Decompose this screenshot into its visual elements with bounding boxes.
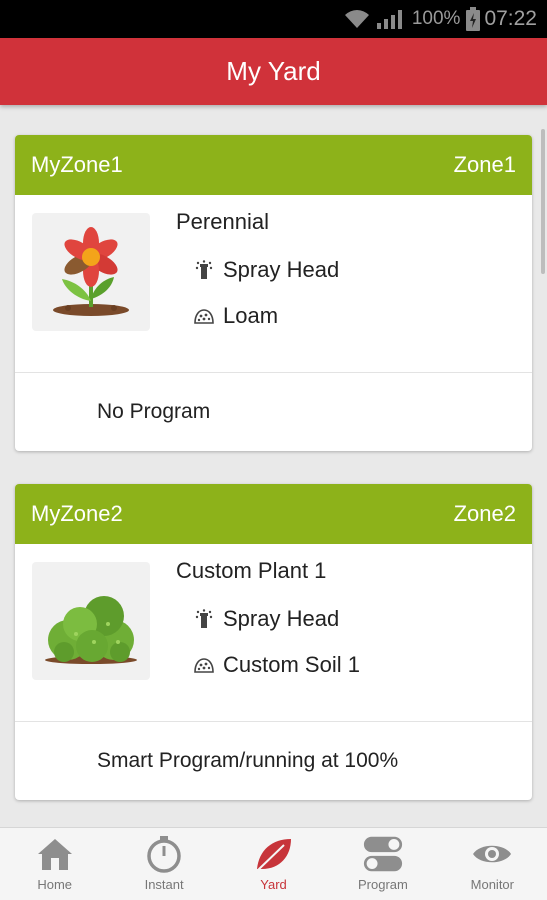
zone-details: Custom Plant 1 Spray Head Custom Soil 1 xyxy=(15,544,532,722)
status-time: 07:22 xyxy=(484,7,537,30)
zone-program[interactable]: Smart Program/running at 100% xyxy=(15,722,532,800)
sprinkler-type: Spray Head xyxy=(223,606,340,631)
leaf-icon xyxy=(254,834,294,874)
nav-home[interactable]: Home xyxy=(0,828,109,900)
zone-name: MyZone1 xyxy=(31,152,123,177)
zone-header: MyZone2 Zone2 xyxy=(15,484,532,544)
sprinkler-icon xyxy=(193,259,215,281)
soil-row: Loam xyxy=(193,303,278,329)
zone-program[interactable]: No Program xyxy=(15,373,532,451)
home-icon xyxy=(35,834,75,874)
shrub-icon xyxy=(45,596,137,664)
page-title: My Yard xyxy=(226,56,321,86)
nav-label: Yard xyxy=(260,877,287,892)
soil-row: Custom Soil 1 xyxy=(193,652,360,678)
wifi-icon xyxy=(344,9,370,29)
plant-type: Perennial xyxy=(176,209,269,234)
nav-label: Program xyxy=(357,877,408,892)
sprinkler-icon xyxy=(193,608,215,630)
battery-icon xyxy=(466,7,481,31)
plant-thumbnail xyxy=(32,213,150,331)
nav-label: Instant xyxy=(144,877,184,892)
plant-type: Custom Plant 1 xyxy=(176,558,327,583)
zone-name: MyZone2 xyxy=(31,501,123,526)
zone-id: Zone2 xyxy=(453,501,516,526)
zone-card[interactable]: MyZone1 Zone1 Perennial Spray Head Loam … xyxy=(15,135,532,451)
status-bar: 100% 07:22 xyxy=(0,0,547,38)
zone-card[interactable]: MyZone2 Zone2 Custom Plant 1 Spray Head … xyxy=(15,484,532,800)
nav-instant[interactable]: Instant xyxy=(109,828,218,900)
program-status: No Program xyxy=(97,400,211,423)
soil-type: Loam xyxy=(223,303,279,328)
stopwatch-icon xyxy=(144,834,184,874)
soil-icon xyxy=(193,305,215,327)
app-bar: My Yard xyxy=(0,38,547,105)
nav-yard[interactable]: Yard xyxy=(219,828,328,900)
sprinkler-row: Spray Head xyxy=(193,606,339,632)
nav-monitor[interactable]: Monitor xyxy=(438,828,547,900)
zone-header: MyZone1 Zone1 xyxy=(15,135,532,195)
scrollbar[interactable] xyxy=(541,129,545,274)
zone-details: Perennial Spray Head Loam xyxy=(15,195,532,373)
battery-percent: 100% xyxy=(411,8,461,29)
soil-icon xyxy=(193,654,215,676)
bottom-nav: Home Instant Yard Program Monitor xyxy=(0,827,547,900)
eye-icon xyxy=(472,834,512,874)
toggle-icon xyxy=(363,834,403,874)
zone-list[interactable]: MyZone1 Zone1 Perennial Spray Head Loam … xyxy=(0,105,547,827)
sprinkler-type: Spray Head xyxy=(223,257,340,282)
nav-program[interactable]: Program xyxy=(328,828,437,900)
zone-id: Zone1 xyxy=(453,152,516,177)
nav-label: Home xyxy=(37,877,73,892)
program-status: Smart Program/running at 100% xyxy=(97,749,399,772)
flower-icon xyxy=(53,227,129,316)
sprinkler-row: Spray Head xyxy=(193,257,339,283)
nav-label: Monitor xyxy=(470,877,514,892)
signal-icon xyxy=(376,8,406,30)
plant-thumbnail xyxy=(32,562,150,680)
soil-type: Custom Soil 1 xyxy=(223,652,360,677)
